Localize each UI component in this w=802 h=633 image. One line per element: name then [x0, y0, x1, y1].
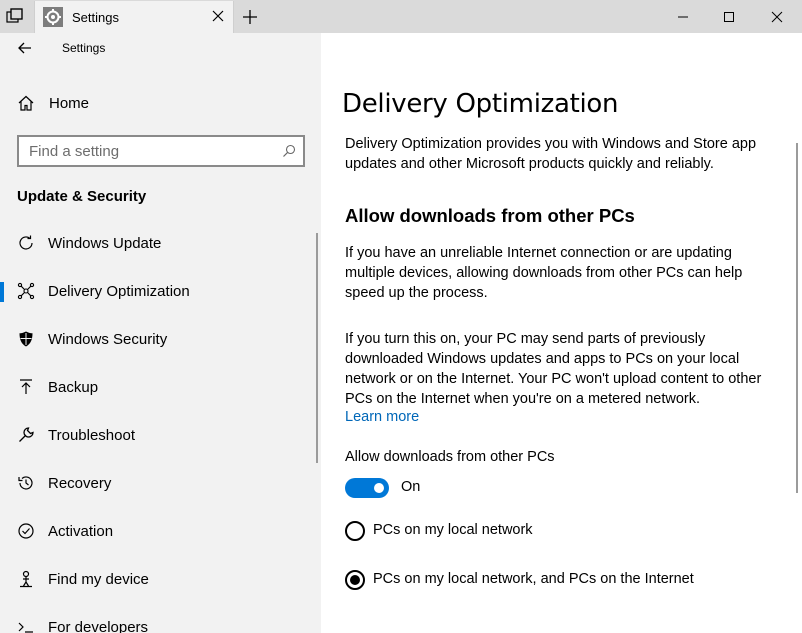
sidebar-item-delivery-optimization[interactable]: Delivery Optimization	[0, 274, 321, 310]
close-tab-icon[interactable]	[211, 9, 225, 23]
section-heading: Allow downloads from other PCs	[345, 205, 635, 226]
home-icon	[17, 94, 35, 112]
sidebar-item-label: Home	[49, 95, 90, 112]
sidebar-item-troubleshoot[interactable]: Troubleshoot	[0, 418, 321, 454]
sidebar-item-for-developers[interactable]: For developers	[0, 610, 321, 633]
gear-icon	[43, 7, 63, 27]
main-content: Delivery Optimization Delivery Optimizat…	[321, 33, 802, 633]
network-nodes-icon	[17, 282, 35, 300]
description-text: If you have an unreliable Internet conne…	[345, 245, 743, 301]
sidebar-item-label: Delivery Optimization	[48, 283, 190, 300]
tab-title: Settings	[72, 10, 119, 25]
back-arrow-icon[interactable]	[14, 37, 36, 59]
sidebar-item-label: Windows Update	[48, 235, 162, 252]
sidebar-item-activation[interactable]: Activation	[0, 514, 321, 550]
refresh-icon	[17, 234, 35, 252]
search-input[interactable]: Find a setting	[17, 135, 305, 167]
sidebar: Settings Home Find a setting Update & Se…	[0, 33, 321, 633]
main-scrollbar[interactable]	[796, 143, 798, 493]
page-title: Delivery Optimization	[342, 89, 619, 119]
wrench-icon	[17, 426, 35, 444]
sidebar-item-backup[interactable]: Backup	[0, 370, 321, 406]
search-icon[interactable]	[282, 144, 296, 158]
sidebar-item-label: Recovery	[48, 475, 112, 492]
section-title: Update & Security	[17, 188, 147, 205]
sidebar-item-label: Windows Security	[48, 331, 168, 348]
close-button[interactable]	[754, 0, 800, 33]
app-title: Settings	[62, 41, 106, 55]
sidebar-scrollbar[interactable]	[316, 233, 318, 463]
person-locate-icon	[17, 570, 35, 588]
radio-label[interactable]: PCs on my local network, and PCs on the …	[373, 571, 694, 587]
intro-text: Delivery Optimization provides you with …	[345, 136, 757, 172]
radio-selected-dot	[350, 575, 360, 585]
close-icon	[771, 11, 783, 22]
sidebar-item-windows-security[interactable]: Windows Security	[0, 322, 321, 358]
radio-label[interactable]: PCs on my local network	[373, 522, 533, 538]
search-placeholder: Find a setting	[29, 143, 120, 160]
task-view-icon[interactable]	[6, 8, 24, 26]
radio-local-and-internet[interactable]	[345, 570, 365, 590]
toggle-label: Allow downloads from other PCs	[345, 449, 555, 465]
learn-more-link[interactable]: Learn more	[345, 409, 419, 425]
title-bar: Settings	[0, 0, 802, 33]
shield-icon	[17, 330, 35, 348]
check-circle-icon	[17, 522, 35, 540]
history-icon	[17, 474, 35, 492]
allow-downloads-toggle[interactable]	[345, 478, 389, 498]
settings-tab[interactable]: Settings	[34, 1, 234, 33]
upload-arrow-icon	[17, 378, 35, 396]
new-tab-icon[interactable]	[242, 9, 258, 25]
minimize-icon	[678, 16, 688, 17]
sidebar-item-windows-update[interactable]: Windows Update	[0, 226, 321, 262]
sidebar-item-label: Backup	[48, 379, 99, 396]
sidebar-item-label: For developers	[48, 619, 149, 633]
sidebar-item-label: Find my device	[48, 571, 149, 588]
sidebar-item-recovery[interactable]: Recovery	[0, 466, 321, 502]
sidebar-item-find-my-device[interactable]: Find my device	[0, 562, 321, 598]
toggle-state: On	[401, 479, 421, 495]
sidebar-item-label: Activation	[48, 523, 114, 540]
description-text: If you turn this on, your PC may send pa…	[345, 331, 762, 407]
radio-local-network[interactable]	[345, 521, 365, 541]
minimize-button[interactable]	[660, 0, 706, 33]
developer-icon	[17, 618, 35, 633]
selected-indicator	[0, 282, 4, 302]
maximize-icon	[724, 11, 734, 22]
maximize-button[interactable]	[706, 0, 752, 33]
sidebar-item-home[interactable]: Home	[0, 86, 321, 122]
sidebar-item-label: Troubleshoot	[48, 427, 135, 444]
toggle-knob	[374, 483, 384, 493]
